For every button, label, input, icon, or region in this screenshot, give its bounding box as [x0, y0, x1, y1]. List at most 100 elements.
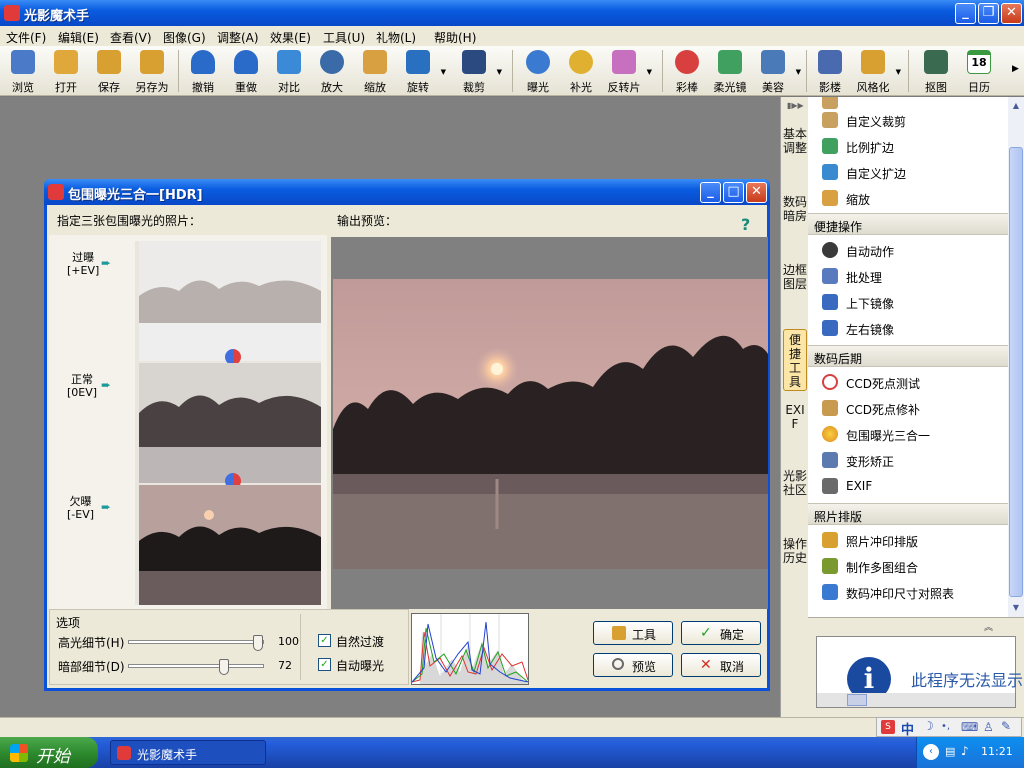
toolbar-more-icon[interactable]: ▶	[1012, 64, 1019, 74]
toolbar-rotate[interactable]: 旋转 ▼	[396, 48, 446, 94]
close-button[interactable]: ✕	[1001, 3, 1022, 24]
scrollbar-thumb[interactable]	[847, 694, 867, 706]
toolbar-cutout[interactable]: 抠图	[914, 48, 958, 94]
reversal-film-icon	[612, 50, 636, 74]
expand-panel-icon[interactable]: ▮▶▶	[787, 101, 804, 110]
tools-button[interactable]: 工具	[593, 621, 673, 645]
wrench-icon[interactable]: ✎	[1001, 719, 1011, 733]
compare-icon	[277, 50, 301, 74]
toolbar-save[interactable]: 保存	[87, 48, 131, 94]
tab-quick-tools[interactable]: 便捷工具	[783, 329, 807, 391]
tab-basic-adjust[interactable]: 基本调整	[783, 127, 807, 155]
toolbar-open[interactable]: 打开	[44, 48, 88, 94]
tab-exif[interactable]: EXIF	[783, 403, 807, 431]
options-group: 选项 高光细节(H) 100 暗部细节(D) 72 ✓ 自然过渡 ✓ 自动曝光	[49, 609, 409, 685]
language-bar[interactable]: S 中 ☽ •, ⌨ ♙ ✎	[876, 717, 1022, 738]
menu-adjust[interactable]: 调整(A)	[217, 29, 259, 46]
menu-tools[interactable]: 工具(U)	[323, 29, 365, 46]
info-scrollbar[interactable]	[817, 693, 1015, 707]
help-icon[interactable]: ?	[741, 215, 750, 234]
tab-border-layer[interactable]: 边框图层	[783, 263, 807, 291]
highlight-slider-knob[interactable]	[253, 635, 263, 651]
keyboard-icon[interactable]: ⌨	[961, 720, 978, 734]
moon-icon[interactable]: ☽	[923, 719, 934, 733]
chevron-down-icon[interactable]: ▼	[497, 68, 502, 76]
punctuation-icon[interactable]: •,	[941, 721, 950, 732]
chevron-down-icon[interactable]: ▼	[647, 68, 652, 76]
user-icon[interactable]: ♙	[983, 720, 994, 734]
minimize-button[interactable]: _	[955, 3, 976, 24]
chevron-down-icon[interactable]: ▼	[441, 68, 446, 76]
save-icon	[97, 50, 121, 74]
tab-history[interactable]: 操作历史	[783, 537, 807, 565]
menu-effects[interactable]: 效果(E)	[270, 29, 311, 46]
taskbar-item-app[interactable]: 光影魔术手	[110, 740, 266, 765]
cancel-button[interactable]: ✕ 取消	[681, 653, 761, 677]
shadow-slider-knob[interactable]	[219, 659, 229, 675]
toolbar-redo[interactable]: 重做	[224, 48, 268, 94]
redo-icon	[234, 50, 258, 74]
toolbar-zoom-in[interactable]: 放大	[310, 48, 354, 94]
volume-icon[interactable]: ♪	[961, 744, 969, 758]
dialog-minimize-button[interactable]: _	[700, 182, 721, 203]
shadow-slider[interactable]	[128, 659, 264, 675]
chevron-down-icon[interactable]: ▼	[896, 68, 901, 76]
menu-file[interactable]: 文件(F)	[6, 29, 46, 46]
tab-digital-darkroom[interactable]: 数码暗房	[783, 195, 807, 223]
toolbar-crop[interactable]: 裁剪 ▼	[452, 48, 502, 94]
toolbar-color-wand[interactable]: 彩棒	[665, 48, 709, 94]
section-photo-layout[interactable]: 照片排版 ︽	[808, 503, 1008, 525]
thumbnail-under-exposed[interactable]	[139, 485, 321, 605]
dialog-maximize-button[interactable]: □	[723, 182, 744, 203]
toolbar-calendar[interactable]: 18 日历	[957, 48, 1001, 94]
menu-view[interactable]: 查看(V)	[110, 29, 152, 46]
collapse-icon[interactable]: ︽	[814, 508, 1000, 521]
thumbnail-normal[interactable]	[139, 363, 321, 483]
toolbar-save-as[interactable]: 另存为	[130, 48, 174, 94]
batch-icon	[822, 268, 838, 284]
menu-edit[interactable]: 编辑(E)	[58, 29, 99, 46]
toolbar-browse[interactable]: 浏览	[1, 48, 45, 94]
toolbar-stylize[interactable]: 风格化 ▼	[851, 48, 901, 94]
exif-icon	[822, 478, 838, 494]
toolbar-beauty[interactable]: 美容 ▼	[751, 48, 801, 94]
toolbar-compare[interactable]: 对比	[267, 48, 311, 94]
highlight-slider[interactable]	[128, 635, 264, 651]
ime-mode-icon[interactable]: 中	[901, 719, 914, 738]
tab-community[interactable]: 光影社区	[783, 469, 807, 497]
source-label: 指定三张包围曝光的照片：	[57, 214, 202, 228]
start-button[interactable]: 开始	[0, 737, 98, 768]
toolbar-exposure[interactable]: 曝光	[516, 48, 560, 94]
toolbar-soft-filter[interactable]: 柔光镜	[708, 48, 752, 94]
section-quick-ops[interactable]: 便捷操作 ︽	[808, 213, 1008, 235]
collapse-icon[interactable]: ︽	[984, 620, 993, 633]
section-post-processing[interactable]: 数码后期 ︽	[808, 345, 1008, 367]
menu-gifts[interactable]: 礼物(L)	[376, 29, 416, 46]
restore-button[interactable]: ❐	[978, 3, 999, 24]
panel-scrollbar[interactable]: ▲ ▼	[1008, 97, 1024, 617]
custom-extend-icon	[822, 164, 838, 180]
preview-button[interactable]: 预览	[593, 653, 673, 677]
menu-help[interactable]: 帮助(H)	[434, 29, 476, 46]
cutout-icon	[924, 50, 948, 74]
ok-button[interactable]: ✓ 确定	[681, 621, 761, 645]
scroll-down-icon[interactable]: ▼	[1009, 601, 1023, 615]
chevron-down-icon[interactable]: ▼	[796, 68, 801, 76]
toolbar-fill-light[interactable]: 补光	[559, 48, 603, 94]
ime-logo-icon[interactable]: S	[881, 720, 895, 734]
thumbnail-over-exposed[interactable]	[139, 241, 321, 361]
toolbar-reversal-film[interactable]: 反转片 ▼	[602, 48, 652, 94]
menu-image[interactable]: 图像(G)	[163, 29, 206, 46]
scrollbar-thumb[interactable]	[1009, 147, 1023, 597]
collapse-icon[interactable]: ︽	[814, 218, 1000, 231]
toolbar-resize[interactable]: 缩放	[353, 48, 397, 94]
toolbar-undo[interactable]: 撤销	[181, 48, 225, 94]
toolbar-studio[interactable]: 影楼	[808, 48, 852, 94]
network-icon[interactable]: ▤	[945, 745, 955, 758]
scroll-up-icon[interactable]: ▲	[1009, 99, 1023, 113]
collapse-icon[interactable]: ︽	[814, 350, 1000, 363]
histogram	[411, 613, 529, 685]
tray-expand-icon[interactable]: ‹	[923, 744, 939, 760]
tool-panel: 自定义裁剪 比例扩边 自定义扩边 缩放 便捷操作 ︽ 自动动作 批处理 上下镜像 …	[808, 97, 1008, 617]
dialog-close-button[interactable]: ✕	[746, 182, 767, 203]
